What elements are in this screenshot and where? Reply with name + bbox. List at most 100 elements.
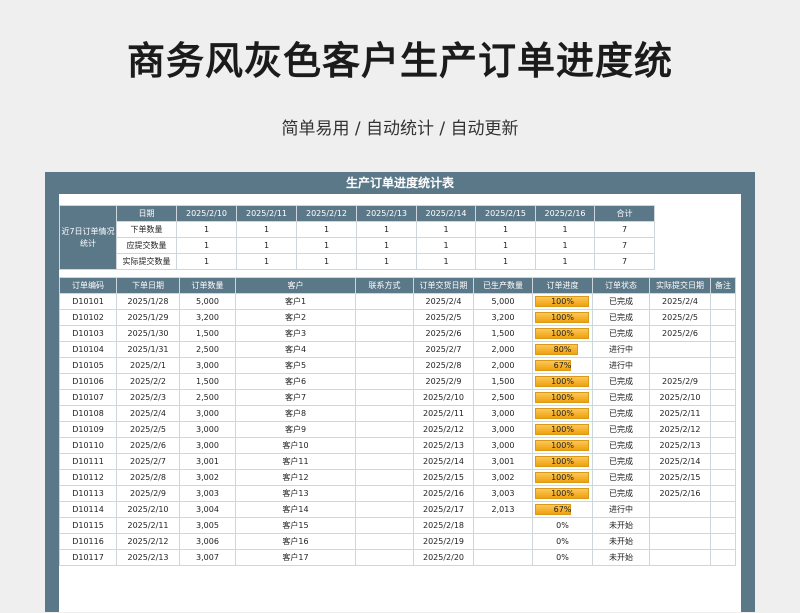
cell-note[interactable] <box>710 517 736 534</box>
progress-cell[interactable]: 100% <box>532 293 593 310</box>
cell-date[interactable]: 2025/2/9 <box>116 485 180 502</box>
cell-qty[interactable]: 3,000 <box>179 357 236 374</box>
cell-customer[interactable]: 客户4 <box>235 341 356 358</box>
cell-date[interactable]: 2025/2/1 <box>116 357 180 374</box>
cell-contact[interactable] <box>355 325 414 342</box>
summary-cell[interactable]: 1 <box>475 221 536 238</box>
summary-cell[interactable]: 1 <box>176 237 237 254</box>
cell-contact[interactable] <box>355 357 414 374</box>
cell-qty[interactable]: 2,500 <box>179 389 236 406</box>
cell-date[interactable]: 2025/2/11 <box>116 517 180 534</box>
cell-due[interactable]: 2025/2/8 <box>413 357 474 374</box>
cell-submitted[interactable]: 2025/2/15 <box>649 469 711 486</box>
column-header[interactable]: 已生产数量 <box>473 277 533 294</box>
cell-contact[interactable] <box>355 549 414 566</box>
cell-customer[interactable]: 客户6 <box>235 373 356 390</box>
cell-note[interactable] <box>710 293 736 310</box>
progress-cell[interactable]: 67% <box>532 357 593 374</box>
cell-due[interactable]: 2025/2/19 <box>413 533 474 550</box>
cell-produced[interactable]: 3,000 <box>473 421 533 438</box>
progress-cell[interactable]: 80% <box>532 341 593 358</box>
progress-cell[interactable]: 100% <box>532 309 593 326</box>
summary-row-label[interactable]: 应提交数量 <box>116 237 177 254</box>
cell-status[interactable]: 进行中 <box>592 501 650 518</box>
cell-id[interactable]: D10102 <box>59 309 117 326</box>
cell-id[interactable]: D10106 <box>59 373 117 390</box>
cell-contact[interactable] <box>355 453 414 470</box>
summary-cell[interactable]: 1 <box>296 237 357 254</box>
cell-submitted[interactable] <box>649 341 711 358</box>
progress-cell[interactable]: 0% <box>532 517 593 534</box>
cell-qty[interactable]: 5,000 <box>179 293 236 310</box>
cell-status[interactable]: 已完成 <box>592 309 650 326</box>
cell-qty[interactable]: 1,500 <box>179 325 236 342</box>
summary-row-label[interactable]: 下单数量 <box>116 221 177 238</box>
cell-note[interactable] <box>710 485 736 502</box>
cell-note[interactable] <box>710 309 736 326</box>
cell-submitted[interactable] <box>649 549 711 566</box>
cell-contact[interactable] <box>355 405 414 422</box>
progress-cell[interactable]: 100% <box>532 405 593 422</box>
cell-status[interactable]: 未开始 <box>592 549 650 566</box>
cell-id[interactable]: D10116 <box>59 533 117 550</box>
cell-status[interactable]: 已完成 <box>592 469 650 486</box>
cell-id[interactable]: D10108 <box>59 405 117 422</box>
summary-cell[interactable]: 1 <box>475 237 536 254</box>
cell-contact[interactable] <box>355 373 414 390</box>
cell-contact[interactable] <box>355 437 414 454</box>
cell-date[interactable]: 2025/2/2 <box>116 373 180 390</box>
progress-cell[interactable]: 100% <box>532 325 593 342</box>
cell-date[interactable]: 2025/2/6 <box>116 437 180 454</box>
cell-status[interactable]: 已完成 <box>592 437 650 454</box>
column-header[interactable]: 订单编码 <box>59 277 117 294</box>
cell-submitted[interactable]: 2025/2/11 <box>649 405 711 422</box>
cell-produced[interactable]: 3,200 <box>473 309 533 326</box>
progress-cell[interactable]: 100% <box>532 389 593 406</box>
cell-customer[interactable]: 客户16 <box>235 533 356 550</box>
cell-submitted[interactable] <box>649 501 711 518</box>
cell-qty[interactable]: 3,200 <box>179 309 236 326</box>
summary-cell[interactable]: 1 <box>296 221 357 238</box>
cell-produced[interactable]: 3,002 <box>473 469 533 486</box>
cell-due[interactable]: 2025/2/9 <box>413 373 474 390</box>
cell-date[interactable]: 2025/1/29 <box>116 309 180 326</box>
cell-qty[interactable]: 3,000 <box>179 405 236 422</box>
cell-customer[interactable]: 客户1 <box>235 293 356 310</box>
cell-qty[interactable]: 3,001 <box>179 453 236 470</box>
cell-date[interactable]: 2025/2/10 <box>116 501 180 518</box>
cell-produced[interactable]: 3,003 <box>473 485 533 502</box>
cell-id[interactable]: D10114 <box>59 501 117 518</box>
cell-customer[interactable]: 客户3 <box>235 325 356 342</box>
cell-produced[interactable]: 2,500 <box>473 389 533 406</box>
cell-due[interactable]: 2025/2/5 <box>413 309 474 326</box>
cell-qty[interactable]: 3,007 <box>179 549 236 566</box>
cell-status[interactable]: 未开始 <box>592 533 650 550</box>
cell-produced[interactable]: 2,013 <box>473 501 533 518</box>
cell-customer[interactable]: 客户15 <box>235 517 356 534</box>
cell-customer[interactable]: 客户9 <box>235 421 356 438</box>
cell-due[interactable]: 2025/2/6 <box>413 325 474 342</box>
cell-submitted[interactable]: 2025/2/10 <box>649 389 711 406</box>
cell-date[interactable]: 2025/2/3 <box>116 389 180 406</box>
cell-note[interactable] <box>710 469 736 486</box>
summary-cell[interactable]: 1 <box>416 253 476 270</box>
cell-contact[interactable] <box>355 501 414 518</box>
column-header[interactable]: 订单交货日期 <box>413 277 474 294</box>
cell-note[interactable] <box>710 501 736 518</box>
cell-customer[interactable]: 客户13 <box>235 485 356 502</box>
cell-note[interactable] <box>710 325 736 342</box>
summary-cell[interactable]: 1 <box>236 221 297 238</box>
cell-due[interactable]: 2025/2/15 <box>413 469 474 486</box>
cell-status[interactable]: 已完成 <box>592 421 650 438</box>
cell-produced[interactable]: 2,000 <box>473 357 533 374</box>
cell-due[interactable]: 2025/2/10 <box>413 389 474 406</box>
cell-note[interactable] <box>710 357 736 374</box>
progress-cell[interactable]: 100% <box>532 437 593 454</box>
cell-id[interactable]: D10117 <box>59 549 117 566</box>
cell-note[interactable] <box>710 453 736 470</box>
summary-cell[interactable]: 1 <box>236 237 297 254</box>
column-header[interactable]: 订单状态 <box>592 277 650 294</box>
summary-cell[interactable]: 1 <box>535 237 595 254</box>
cell-qty[interactable]: 3,004 <box>179 501 236 518</box>
cell-id[interactable]: D10110 <box>59 437 117 454</box>
